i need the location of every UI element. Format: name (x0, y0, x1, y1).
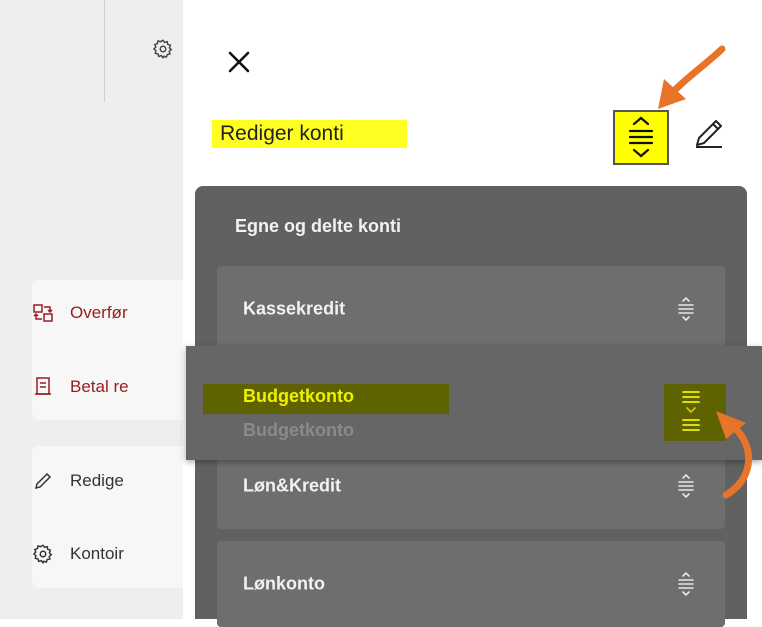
panel-title: Rediger konti (220, 122, 344, 145)
account-name: Løn&Kredit (243, 475, 341, 496)
account-name: Kassekredit (243, 298, 346, 319)
reorder-icon (628, 116, 654, 158)
dragging-account-name: Budgetkonto (243, 386, 354, 406)
account-settings-label: Kontoir (70, 544, 124, 563)
account-settings-action[interactable]: Kontoir (32, 542, 124, 566)
bill-icon (35, 377, 51, 395)
transfer-icon (33, 304, 53, 322)
section-title: Egne og delte konti (235, 216, 402, 236)
topbar-divider (104, 0, 105, 102)
edit-accounts-label: Redige (70, 471, 124, 490)
account-settings-card (32, 446, 192, 588)
transfer-action[interactable]: Overfør (32, 301, 128, 325)
pencil-icon (34, 472, 52, 490)
edit-accounts-action[interactable]: Redige (32, 469, 124, 493)
account-name: Lønkonto (243, 573, 325, 594)
gear-icon (32, 544, 53, 564)
pencil-icon[interactable] (692, 116, 726, 150)
drag-handle-icon[interactable] (679, 386, 703, 438)
reorder-button[interactable] (613, 110, 669, 165)
drag-handle-icon[interactable] (675, 296, 697, 322)
account-row[interactable]: Lønkonto (217, 541, 725, 627)
close-icon[interactable] (225, 48, 253, 76)
ghost-account-name: Budgetkonto (243, 420, 354, 440)
annotation-arrow (716, 411, 753, 499)
drag-handle-icon[interactable] (675, 473, 697, 499)
transfer-label: Overfør (70, 303, 128, 322)
pay-bill-label: Betal re (70, 377, 129, 396)
drag-handle-icon[interactable] (675, 571, 697, 597)
annotation-arrow (658, 45, 726, 109)
gear-icon[interactable] (152, 38, 174, 60)
pay-bill-action[interactable]: Betal re (32, 375, 129, 399)
account-row[interactable]: Kassekredit (217, 266, 725, 352)
